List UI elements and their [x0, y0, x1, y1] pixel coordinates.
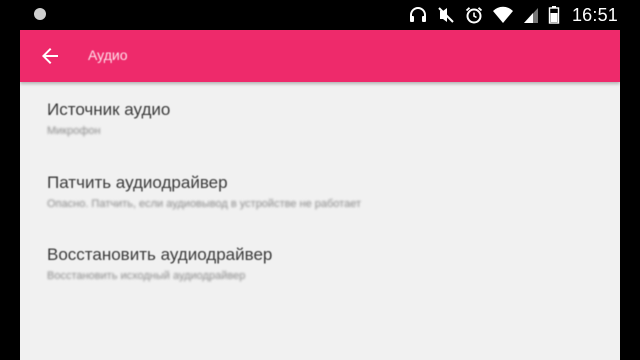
setting-restore-audio-driver[interactable]: Восстановить аудиодрайвер Восстановить и…: [20, 245, 620, 315]
setting-audio-source[interactable]: Источник аудио Микрофон: [20, 100, 620, 170]
setting-title: Источник аудио: [47, 100, 171, 119]
status-bar: 16:51: [0, 0, 640, 30]
settings-screen: Аудио Источник аудио Микрофон Патчить ау…: [20, 30, 620, 360]
back-button[interactable]: [38, 44, 62, 68]
alarm-icon: [465, 7, 483, 24]
setting-patch-audio-driver[interactable]: Патчить аудиодрайвер Опасно. Патчить, ес…: [20, 173, 620, 243]
signal-icon: [523, 8, 538, 23]
app-bar: Аудио: [20, 30, 620, 82]
notification-dot-icon: [34, 8, 46, 20]
mute-icon: [438, 7, 454, 23]
setting-title: Восстановить аудиодрайвер: [47, 245, 273, 264]
right-bezel: [620, 30, 640, 360]
left-bezel: [0, 30, 20, 360]
setting-summary: Микрофон: [47, 125, 101, 137]
status-icons: 16:51: [408, 0, 618, 30]
setting-title: Патчить аудиодрайвер: [47, 173, 228, 192]
headphones-icon: [409, 7, 426, 22]
page-title: Аудио: [88, 47, 128, 63]
wifi-icon: [492, 6, 513, 23]
arrow-left-icon: [42, 48, 58, 64]
battery-icon: [548, 6, 560, 24]
setting-summary: Опасно. Патчить, если аудиовывод в устро…: [47, 198, 361, 210]
status-clock: 16:51: [571, 4, 618, 25]
setting-summary: Восстановить исходный аудиодрайвер: [47, 270, 246, 282]
